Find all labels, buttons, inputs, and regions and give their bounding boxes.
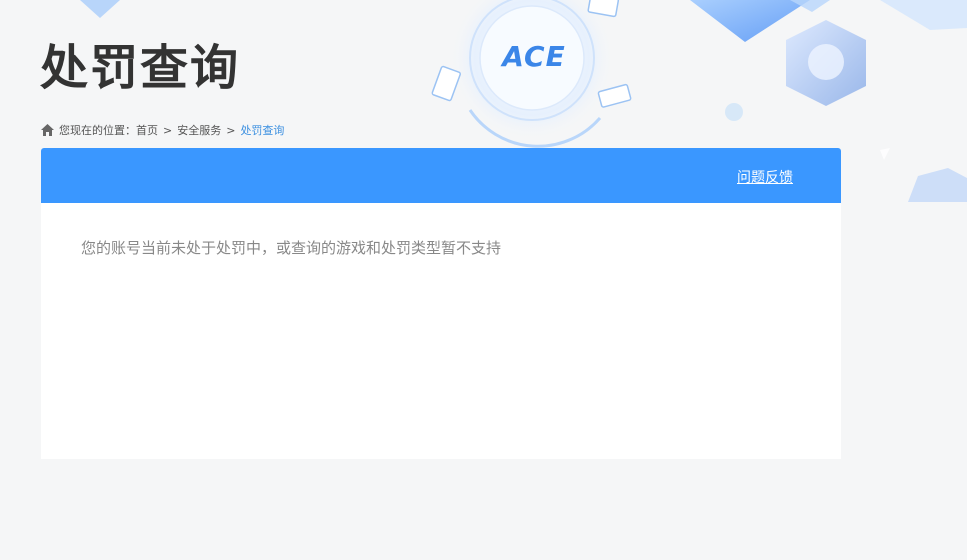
ace-logo-text: ACE: [502, 39, 566, 73]
breadcrumb: 您现在的位置： 首页 > 安全服务 > 处罚查询: [41, 122, 284, 138]
breadcrumb-security-service[interactable]: 安全服务: [177, 122, 221, 138]
home-icon: [41, 124, 54, 136]
breadcrumb-separator: >: [226, 123, 236, 137]
result-panel: 问题反馈 您的账号当前未处于处罚中，或查询的游戏和处罚类型暂不支持: [41, 148, 841, 459]
result-message: 您的账号当前未处于处罚中，或查询的游戏和处罚类型暂不支持: [81, 239, 502, 257]
breadcrumb-home[interactable]: 首页: [136, 122, 158, 138]
feedback-link[interactable]: 问题反馈: [737, 167, 793, 187]
breadcrumb-separator: >: [163, 123, 173, 137]
page-title: 处罚查询: [40, 40, 241, 96]
breadcrumb-prefix: 您现在的位置：: [59, 124, 136, 137]
panel-header: 问题反馈: [41, 148, 841, 203]
ace-logo: ACE: [492, 36, 576, 76]
breadcrumb-current: 处罚查询: [240, 124, 285, 137]
